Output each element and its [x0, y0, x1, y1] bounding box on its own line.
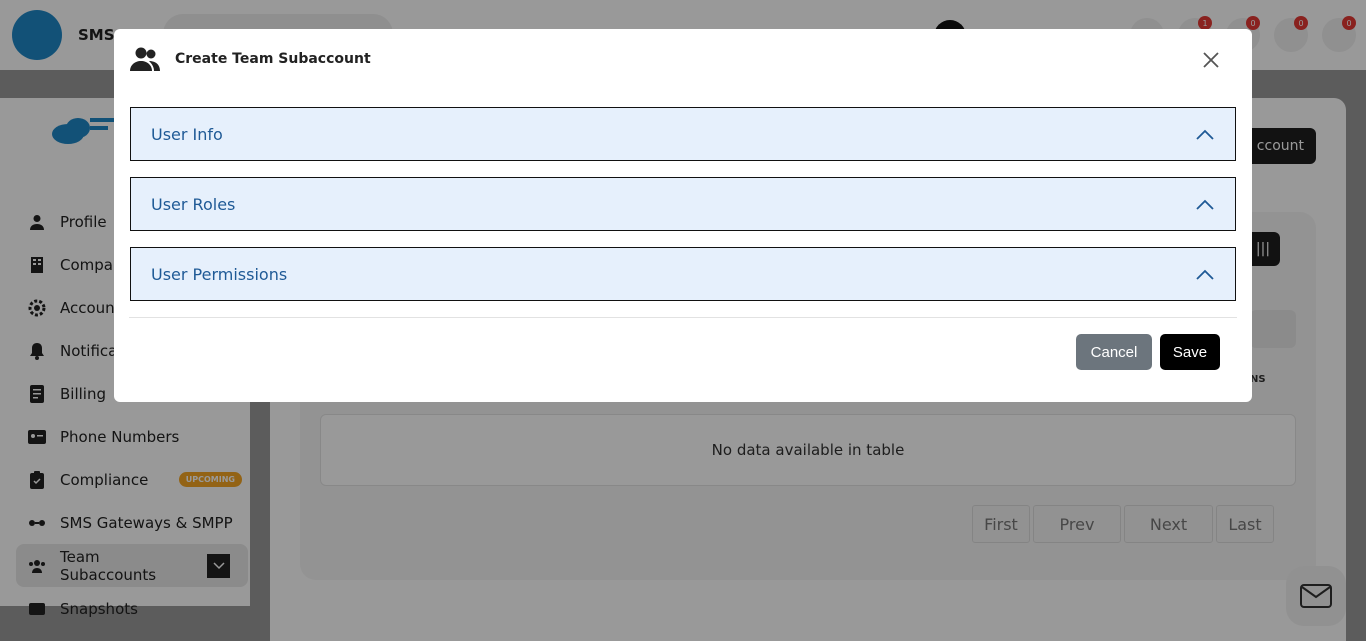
accordion-label: User Permissions	[151, 264, 288, 284]
chevron-up-icon	[1196, 129, 1214, 140]
users-icon	[130, 47, 160, 71]
modal-divider	[129, 317, 1237, 318]
accordion-label: User Roles	[151, 194, 236, 214]
accordion-user-permissions[interactable]: User Permissions	[130, 247, 1236, 301]
modal-title: Create Team Subaccount	[175, 51, 371, 67]
create-team-subaccount-modal: Create Team Subaccount User Info User Ro…	[114, 29, 1252, 402]
close-icon[interactable]	[1200, 49, 1222, 71]
accordion-user-info[interactable]: User Info	[130, 107, 1236, 161]
cancel-button[interactable]: Cancel	[1076, 334, 1152, 370]
accordion-user-roles[interactable]: User Roles	[130, 177, 1236, 231]
chevron-up-icon	[1196, 269, 1214, 280]
accordion-label: User Info	[151, 124, 223, 144]
modal-header: Create Team Subaccount	[130, 47, 371, 71]
chevron-up-icon	[1196, 199, 1214, 210]
save-button[interactable]: Save	[1160, 334, 1220, 370]
